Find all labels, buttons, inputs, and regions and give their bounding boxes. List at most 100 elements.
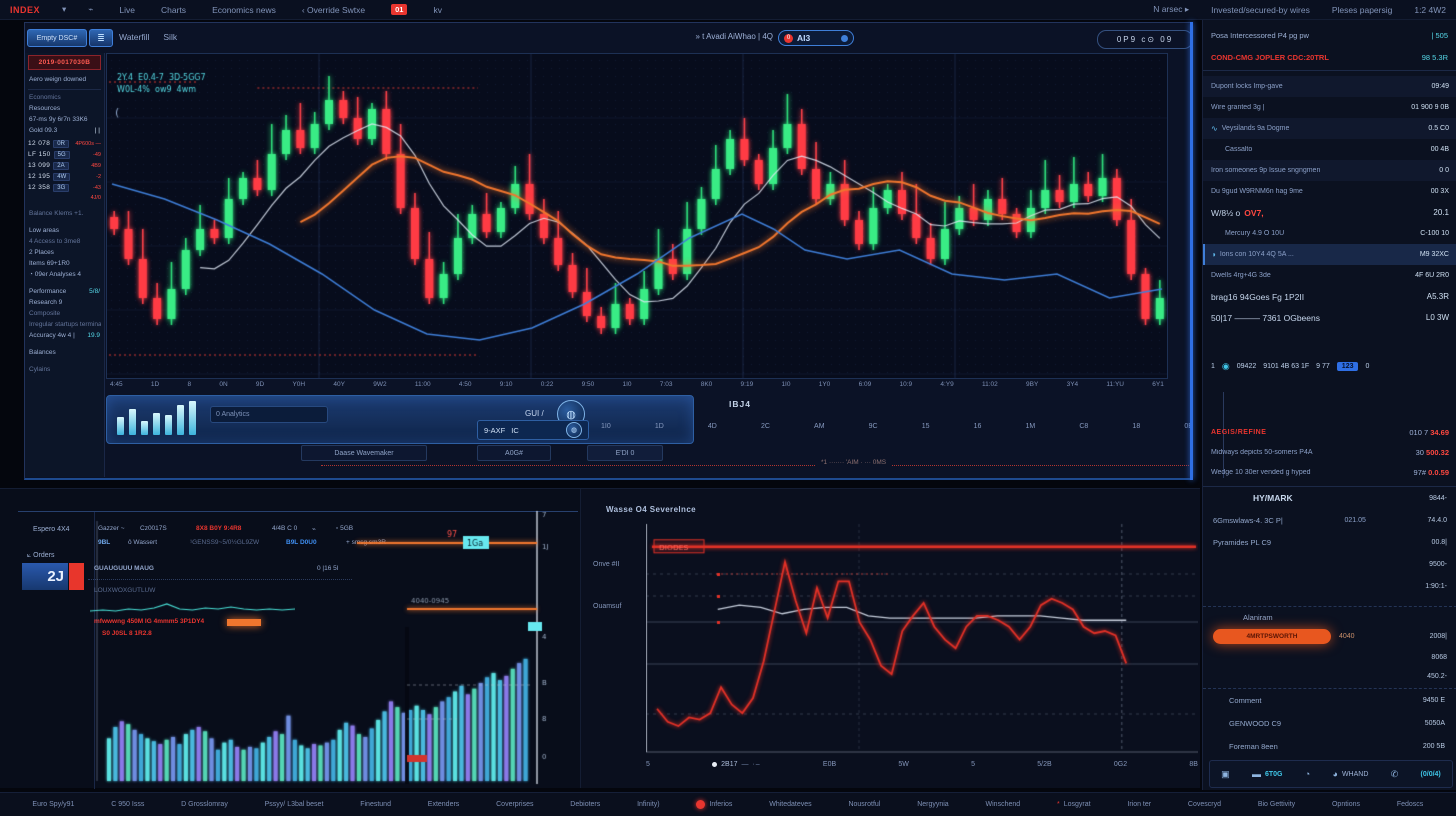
timeframe-item[interactable]: 9C [869, 423, 878, 430]
statusbar-item[interactable]: Inferios [696, 800, 732, 809]
quantity-box[interactable]: 2J [22, 563, 68, 590]
line-chart-canvas[interactable] [646, 516, 1198, 761]
orange-action-button[interactable]: 4MRTPSWORTH [1213, 629, 1331, 644]
menu-item[interactable]: ‹ Override Swtxe [302, 5, 365, 15]
menu-item[interactable]: kv [433, 5, 442, 15]
timeframe-item[interactable]: C8 [1079, 423, 1088, 430]
chart-button-2[interactable]: A0G# [477, 445, 551, 461]
sidebar-row[interactable]: Performance5/8/ [28, 286, 101, 297]
logo-caret-icon[interactable]: ▾ [62, 4, 66, 15]
ai-toggle-pill[interactable]: 0 AI3 [778, 30, 854, 46]
statusbar-item[interactable]: Irion ter [1127, 801, 1151, 808]
menu-item[interactable]: N arsec ▸ [1153, 4, 1189, 15]
menu-item[interactable]: Charts [161, 5, 186, 15]
drop-icon[interactable]: ◔ [1305, 769, 1310, 779]
candlestick-canvas[interactable] [107, 54, 1167, 378]
sidebar-row[interactable]: Cylains [28, 364, 101, 375]
table-row[interactable]: 12 3583G-43 [28, 182, 101, 193]
sidebar-row[interactable]: 67-ms 9y 6r7n 33K6 [28, 114, 101, 125]
menu-item[interactable]: Live [119, 5, 135, 15]
totals-row[interactable]: GENWOOD C95050A [1203, 712, 1456, 735]
table-row[interactable]: 12 1954W-2 [28, 171, 101, 182]
statusbar-item[interactable]: Opntions [1332, 801, 1360, 808]
panel-list-item[interactable]: W/8½ o OV7,20.1 [1203, 202, 1456, 223]
statusbar-item[interactable]: Coverprises [496, 801, 533, 808]
timeframe-item[interactable]: 15 [922, 423, 930, 430]
panel-list-item[interactable]: Cassalto00 4B [1203, 139, 1456, 160]
chart-button-1[interactable]: Daase Wavemaker [301, 445, 427, 461]
sidebar-row[interactable]: 2 Places [28, 247, 101, 258]
toolbar-label[interactable]: Waterfill [119, 32, 149, 42]
timeframe-item[interactable]: 2C [761, 423, 770, 430]
statusbar-item[interactable]: D Grosslomray [181, 801, 228, 808]
panel-list-item[interactable]: Mercury 4.9 O 10UC-100 10 [1203, 223, 1456, 244]
menu-item[interactable]: Economics news [212, 5, 276, 15]
panel-list-item[interactable]: Du 9gud W9RNM6n hag 9me00 3X [1203, 181, 1456, 202]
statusbar-item[interactable]: Winschend [986, 801, 1021, 808]
statusbar-item[interactable]: Euro Spy/y91 [32, 801, 74, 808]
sub-control-panel[interactable]: 9-AXF IC ◍ [477, 420, 589, 440]
pill-icon[interactable]: ▬6T0G [1252, 769, 1283, 779]
statusbar-item[interactable]: Whitedateves [769, 801, 811, 808]
globe-small-icon[interactable]: ◍ [566, 422, 582, 438]
panel-list-item[interactable]: Dupont locks Imp-gave09:49 [1203, 76, 1456, 97]
sidebar-row[interactable]: 4 Access to 3me8 [28, 236, 101, 247]
primary-action-button[interactable]: Empty DSC# [27, 29, 87, 47]
statusbar-item[interactable]: Debioters [570, 801, 600, 808]
footer-label[interactable]: (0/0/4) [1421, 771, 1441, 778]
sell-box[interactable] [69, 563, 84, 590]
sidebar-row[interactable]: Low areas [28, 225, 101, 236]
alert-row[interactable]: Wedge 10 30er vended g hyped97# 0.0.59 [1203, 462, 1456, 482]
stats-row[interactable]: 9500- [1203, 553, 1456, 575]
panel-header-row[interactable]: COND-CMG JOPLER CDC:20TRL98 5.3R [1203, 46, 1456, 68]
sidebar-row[interactable]: Gold 09.3| | [28, 125, 101, 136]
volume-bars-canvas[interactable] [95, 489, 580, 789]
alert-header[interactable]: AEGIS/REFINE010 7 34.69 [1203, 422, 1456, 442]
table-row[interactable]: 12 0780R4P600s — [28, 138, 101, 149]
panel-list-item[interactable]: Iron someones 9p Issue sngngmen0 0 [1203, 160, 1456, 181]
statusbar-item[interactable]: Covescryd [1188, 801, 1221, 808]
statusbar-item[interactable]: C 950 Isss [111, 801, 144, 808]
statusbar-item[interactable]: Nergyynia [917, 801, 949, 808]
menu-item[interactable]: 1:2 4W2 [1414, 5, 1446, 15]
timeframe-item[interactable]: 18 [1132, 423, 1140, 430]
statusbar-item[interactable]: Extenders [428, 801, 460, 808]
sidebar-row[interactable]: Items 69+1R0 [28, 258, 101, 269]
session-pill[interactable]: 0P9 c⊙ 09 [1097, 30, 1193, 49]
menu-item[interactable]: Pleses papersig [1332, 5, 1392, 15]
alert-row[interactable]: Midways depicts 50-somers P4A30 500.32 [1203, 442, 1456, 462]
menu-item[interactable]: Invested/secured-by wires [1211, 5, 1310, 15]
timeframe-item[interactable]: 1D [655, 423, 664, 430]
analytics-search-input[interactable]: 0 Analytics [210, 406, 328, 423]
phone-icon[interactable]: ✆ [1391, 769, 1399, 780]
stats-row[interactable]: 1:90:1- [1203, 575, 1456, 597]
statusbar-item[interactable]: Pssyy/ L3bal beset [265, 801, 324, 808]
stats-row[interactable]: Pyramides PL C900.8| [1203, 531, 1456, 553]
timeframe-item[interactable]: 1I0 [601, 423, 611, 430]
sidebar-row[interactable]: Research 9 [28, 297, 101, 308]
stats-row[interactable]: 6Gmswlaws-4. 3C P|021.0574.4.0 [1203, 509, 1456, 531]
sidebar-row[interactable]: Balances [28, 347, 101, 358]
timeframe-item[interactable]: 1M [1026, 423, 1036, 430]
totals-row[interactable]: Comment9450 E [1203, 689, 1456, 712]
totals-row[interactable]: Foreman 8een200 5B [1203, 735, 1456, 758]
orders-label[interactable]: ⟀ Orders [27, 552, 55, 560]
sidebar-row[interactable]: Balance Klems +1. [28, 208, 101, 219]
panel-header-row[interactable]: Posa Intercessored P4 pg pw| 505 [1203, 24, 1456, 46]
panel-list-item[interactable]: Dwells 4rg+4G 3de4F 6U 2R0 [1203, 265, 1456, 286]
timeframe-item[interactable]: AM [814, 423, 825, 430]
sidebar-row[interactable]: Economics [28, 89, 101, 103]
panel-list-item[interactable]: brag16 94Goes Fg 1P2IIA5.3R [1203, 286, 1456, 307]
sidebar-row[interactable]: Aero weign downed [28, 74, 101, 85]
list-icon-button[interactable]: ≣ [89, 29, 113, 47]
bell-icon[interactable]: ◕WHAND [1333, 769, 1369, 779]
sidebar-row[interactable]: Composite [28, 308, 101, 319]
candlestick-chart[interactable] [106, 53, 1168, 379]
statusbar-item[interactable]: *Losgyrat [1057, 801, 1091, 808]
table-row[interactable]: LF 1505G-49 [28, 149, 101, 160]
app-logo[interactable]: INDEX [10, 5, 40, 15]
sidebar-row[interactable]: Accuracy 4w 4 |19.9 [28, 330, 101, 341]
sidebar-row[interactable]: ◔ 09er Analyses 4 [28, 269, 101, 280]
statusbar-item[interactable]: Finestund [360, 801, 391, 808]
statusbar-item[interactable]: Bio Gettivity [1258, 801, 1295, 808]
